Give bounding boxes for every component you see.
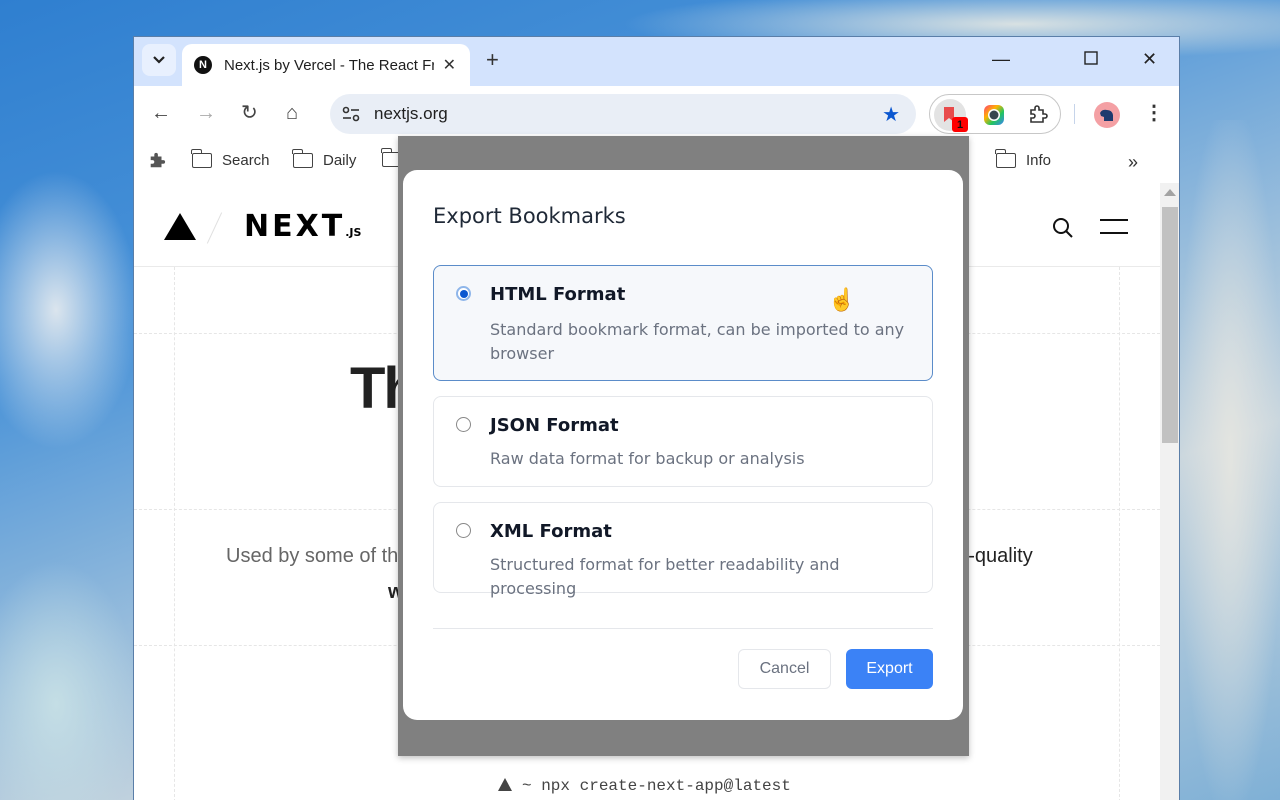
- browser-window: N Next.js by Vercel - The React Framewor…: [133, 36, 1180, 800]
- url-text[interactable]: nextjs.org: [374, 104, 448, 124]
- cli-command-text: ~ npx create-next-app@latest: [522, 777, 791, 795]
- home-button[interactable]: ⌂: [286, 103, 298, 123]
- maximize-icon: [1084, 51, 1098, 65]
- desktop-wallpaper-cloud: [1180, 120, 1280, 800]
- browser-menu-button[interactable]: ⋮: [1144, 100, 1164, 126]
- tab-search-button[interactable]: [142, 44, 176, 76]
- profile-icon: [1100, 109, 1113, 121]
- maximize-button[interactable]: [1084, 49, 1098, 70]
- option-description: Structured format for better readability…: [490, 555, 840, 598]
- bookmark-star-icon[interactable]: ★: [882, 102, 900, 127]
- radio-html[interactable]: [456, 286, 471, 301]
- option-description: Standard bookmark format, can be importe…: [490, 320, 905, 363]
- hamburger-line: [1100, 232, 1128, 234]
- extensions-group: 1: [929, 94, 1061, 134]
- site-info-button[interactable]: [338, 101, 364, 127]
- bookmark-label: Info: [1026, 152, 1052, 169]
- dialog-title: Export Bookmarks: [433, 204, 626, 228]
- grid-line: [174, 267, 175, 800]
- bookmark-folder-info[interactable]: Info: [995, 149, 1052, 169]
- extension-badge: 1: [952, 117, 968, 132]
- radio-json[interactable]: [456, 417, 471, 432]
- site-search-button[interactable]: [1052, 217, 1074, 244]
- nextjs-favicon-icon: N: [194, 56, 212, 74]
- search-icon: [1053, 218, 1073, 238]
- bookmark-extension-button[interactable]: 1: [934, 99, 968, 132]
- back-button[interactable]: ←: [151, 103, 171, 123]
- tune-icon: [342, 106, 360, 122]
- chevron-down-icon: [153, 56, 165, 64]
- hand-cursor-icon: ☝: [828, 287, 856, 312]
- bookmark-label: Daily: [323, 152, 357, 169]
- export-bookmarks-dialog: Export Bookmarks HTML Format Standard bo…: [403, 170, 963, 720]
- page-scrollbar[interactable]: [1160, 183, 1179, 800]
- vercel-triangle-icon: [498, 778, 512, 791]
- extension-popup: Export Bookmarks HTML Format Standard bo…: [398, 136, 969, 756]
- bookmarks-overflow-button[interactable]: »: [1128, 152, 1138, 173]
- scroll-thumb[interactable]: [1162, 207, 1178, 443]
- format-option-xml[interactable]: XML Format Structured format for better …: [433, 502, 933, 598]
- minimize-button[interactable]: —: [992, 49, 1010, 70]
- title-bar: N Next.js by Vercel - The React Framewor…: [134, 37, 1179, 86]
- folder-icon: [191, 149, 212, 168]
- dialog-divider: [433, 628, 933, 629]
- color-extension-button[interactable]: [978, 99, 1010, 131]
- reload-button[interactable]: ↻: [241, 103, 258, 123]
- export-button[interactable]: Export: [846, 649, 933, 689]
- vercel-logo-icon[interactable]: [164, 213, 196, 240]
- bookmark-folder-daily[interactable]: Daily: [292, 149, 357, 169]
- close-tab-icon[interactable]: ✕: [443, 55, 456, 75]
- puzzle-icon: [1030, 105, 1048, 123]
- format-option-json[interactable]: JSON Format Raw data format for backup o…: [433, 396, 933, 487]
- forward-button[interactable]: →: [196, 103, 216, 123]
- cli-command[interactable]: ~ npx create-next-app@latest: [498, 777, 791, 795]
- folder-icon: [292, 149, 313, 168]
- logo-suffix: .JS: [345, 226, 362, 239]
- profile-avatar[interactable]: [1094, 102, 1120, 128]
- logo-divider: [206, 212, 223, 244]
- extensions-menu-button[interactable]: [1022, 99, 1054, 131]
- tab-title: Next.js by Vercel - The React Framework: [224, 56, 434, 74]
- hero-subtitle: Used by some of th: [226, 545, 399, 567]
- tab-active[interactable]: N Next.js by Vercel - The React Framewor…: [182, 44, 470, 86]
- puzzle-filled-icon: [150, 152, 166, 168]
- option-description: Raw data format for backup or analysis: [490, 449, 805, 468]
- radio-xml[interactable]: [456, 523, 471, 538]
- bookmark-folder-search[interactable]: Search: [191, 149, 270, 169]
- format-option-html[interactable]: HTML Format Standard bookmark format, ca…: [433, 265, 933, 381]
- bookmark-label: Search: [222, 152, 270, 169]
- scroll-up-arrow-icon[interactable]: [1164, 189, 1176, 196]
- toolbar-divider: [1074, 104, 1075, 124]
- grid-line: [1119, 267, 1120, 800]
- option-title: HTML Format: [490, 284, 626, 305]
- bookmarks-apps-button[interactable]: [148, 152, 166, 170]
- close-window-button[interactable]: ✕: [1142, 49, 1157, 70]
- folder-icon: [995, 149, 1016, 168]
- color-picker-icon: [984, 105, 1004, 125]
- option-title: JSON Format: [490, 415, 619, 436]
- site-menu-button[interactable]: [1100, 219, 1128, 235]
- cancel-button[interactable]: Cancel: [738, 649, 831, 689]
- nextjs-logo[interactable]: NEXT.JS: [244, 209, 361, 244]
- browser-toolbar: ← → ↻ ⌂ nextjs.org ★ 1 ⋮: [134, 86, 1179, 141]
- option-title: XML Format: [490, 521, 612, 542]
- new-tab-button[interactable]: +: [486, 49, 499, 71]
- hamburger-line: [1100, 219, 1128, 221]
- desktop-wallpaper-cloud: [0, 560, 140, 800]
- logo-text: NEXT: [244, 209, 346, 244]
- address-bar[interactable]: nextjs.org ★: [330, 94, 916, 134]
- desktop-wallpaper-cloud: [0, 170, 140, 450]
